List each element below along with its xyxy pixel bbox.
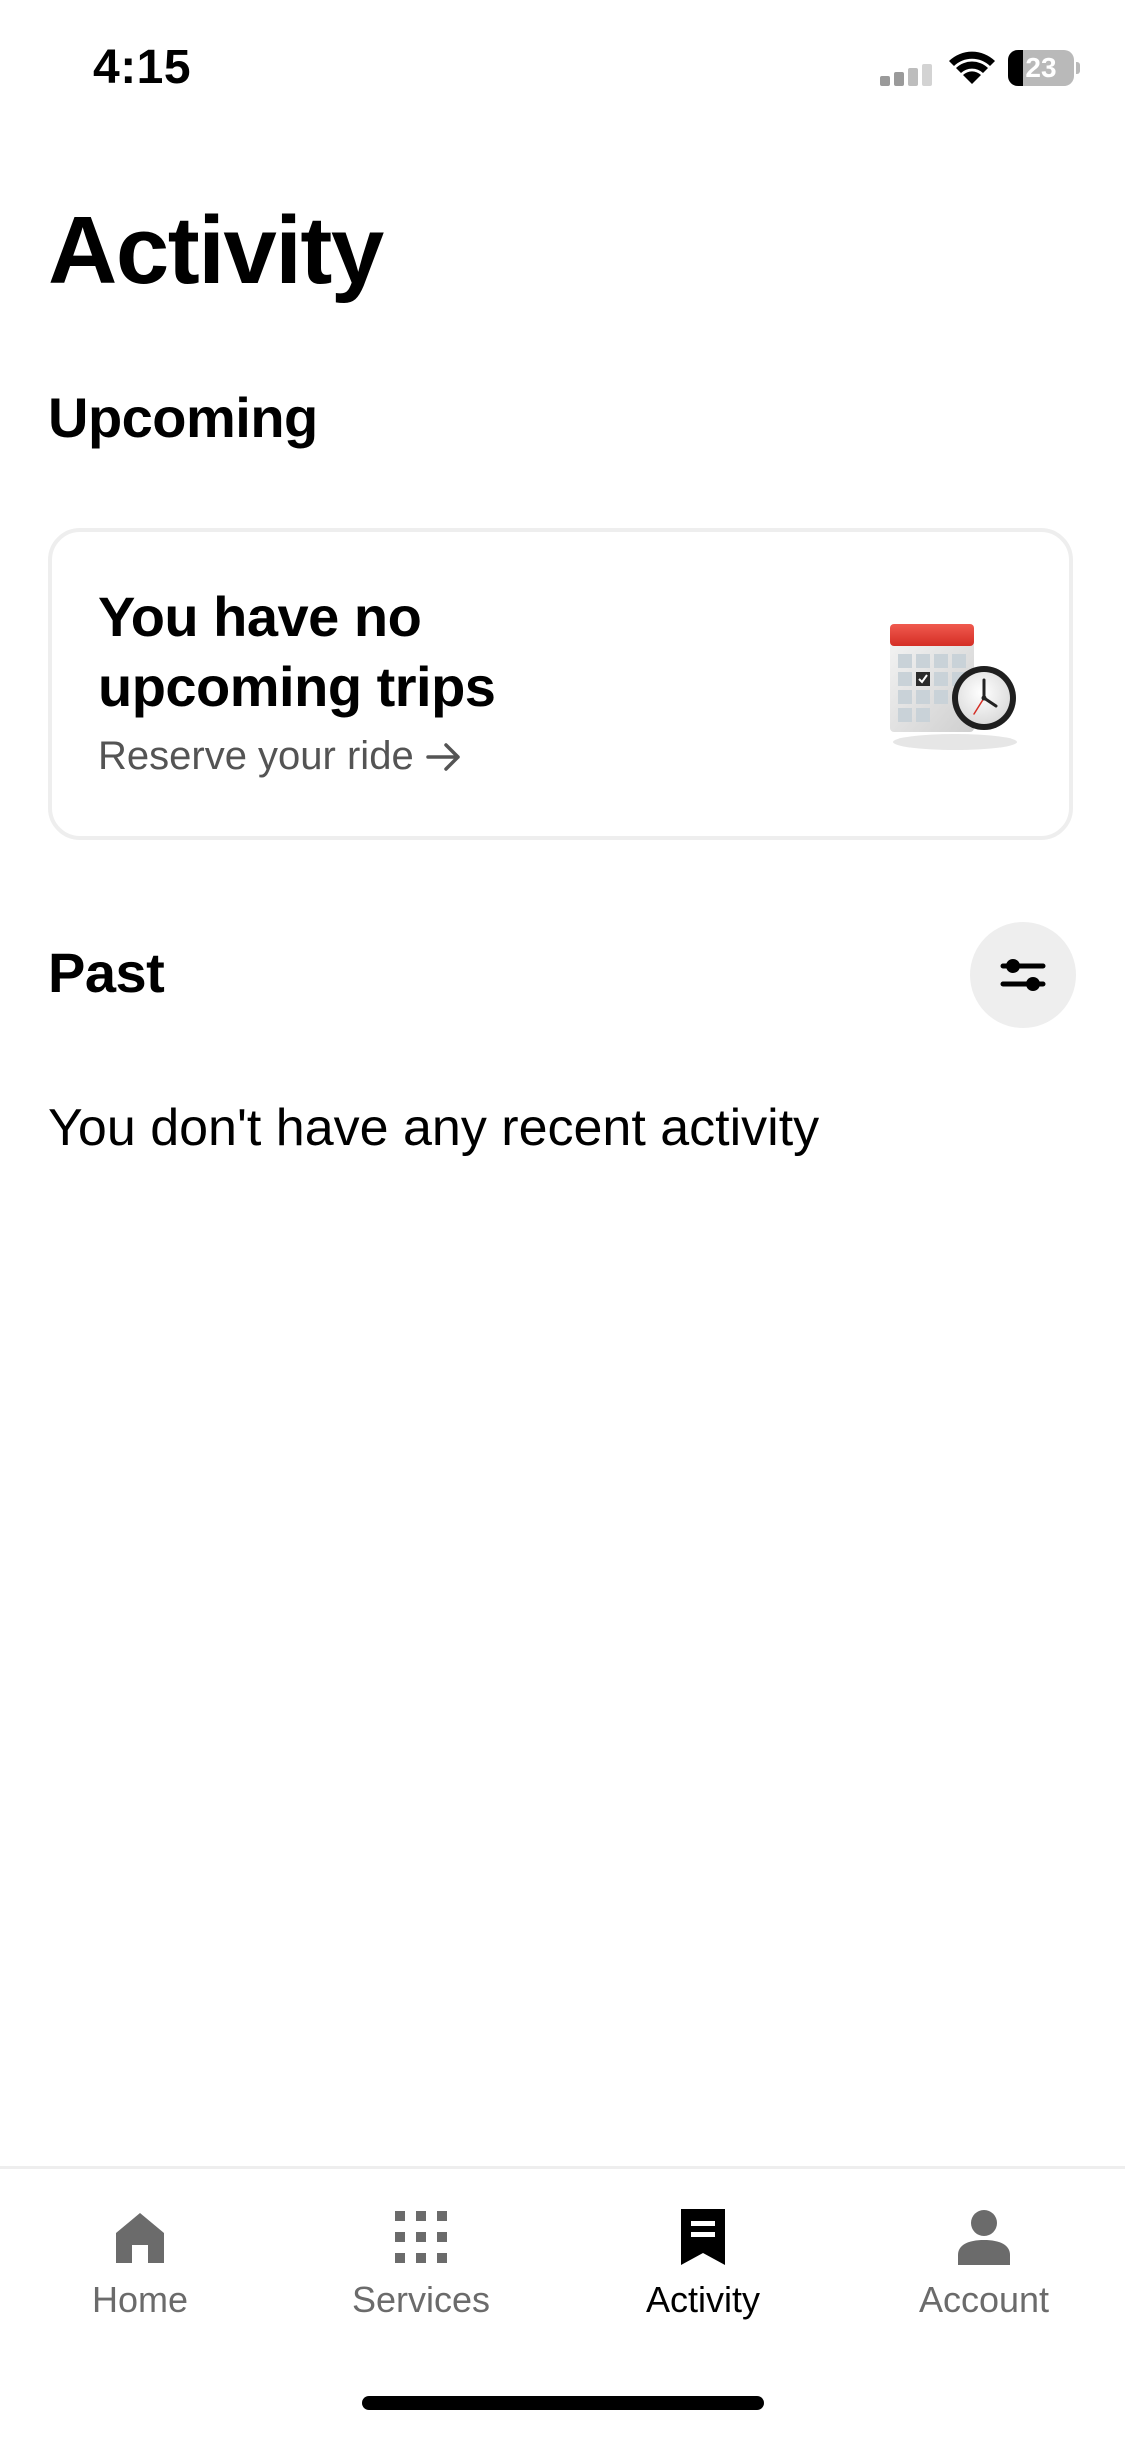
battery-level: 23 <box>1025 52 1057 83</box>
battery-indicator: 23 <box>1008 50 1080 86</box>
upcoming-heading: Upcoming <box>48 386 318 449</box>
cellular-signal-icon <box>880 64 932 86</box>
status-time: 4:15 <box>93 41 192 94</box>
filter-button[interactable] <box>970 922 1076 1028</box>
calendar-clock-icon <box>890 624 1017 750</box>
nav-item-activity[interactable]: Activity <box>603 2207 803 2337</box>
receipt-icon <box>681 2209 725 2265</box>
nav-item-services[interactable]: Services <box>321 2207 521 2337</box>
page-title: Activity <box>48 197 384 304</box>
arrow-right-icon <box>425 742 460 771</box>
person-icon <box>958 2210 1010 2265</box>
empty-activity-message: You don't have any recent activity <box>48 1099 820 1157</box>
nav-item-account[interactable]: Account <box>884 2207 1084 2337</box>
sliders-icon <box>1000 959 1046 991</box>
nav-item-home[interactable]: Home <box>40 2207 240 2337</box>
status-bar: 4:15 23 <box>0 0 1125 140</box>
reserve-ride-link[interactable]: Reserve your ride <box>98 734 464 779</box>
nav-label-home: Home <box>91 2279 189 2320</box>
home-icon <box>116 2213 164 2263</box>
upcoming-card-title: You have no upcoming trips <box>98 585 496 718</box>
nav-label-activity: Activity <box>645 2279 760 2320</box>
home-indicator[interactable] <box>362 2396 764 2410</box>
reserve-ride-label: Reserve your ride <box>98 734 414 778</box>
wifi-icon <box>949 51 995 84</box>
past-heading: Past <box>48 941 165 1004</box>
nav-label-account: Account <box>918 2279 1050 2320</box>
nav-label-services: Services <box>351 2279 491 2320</box>
grid-icon <box>395 2211 447 2263</box>
upcoming-trips-card[interactable]: You have no upcoming trips Reserve your … <box>48 528 1073 840</box>
